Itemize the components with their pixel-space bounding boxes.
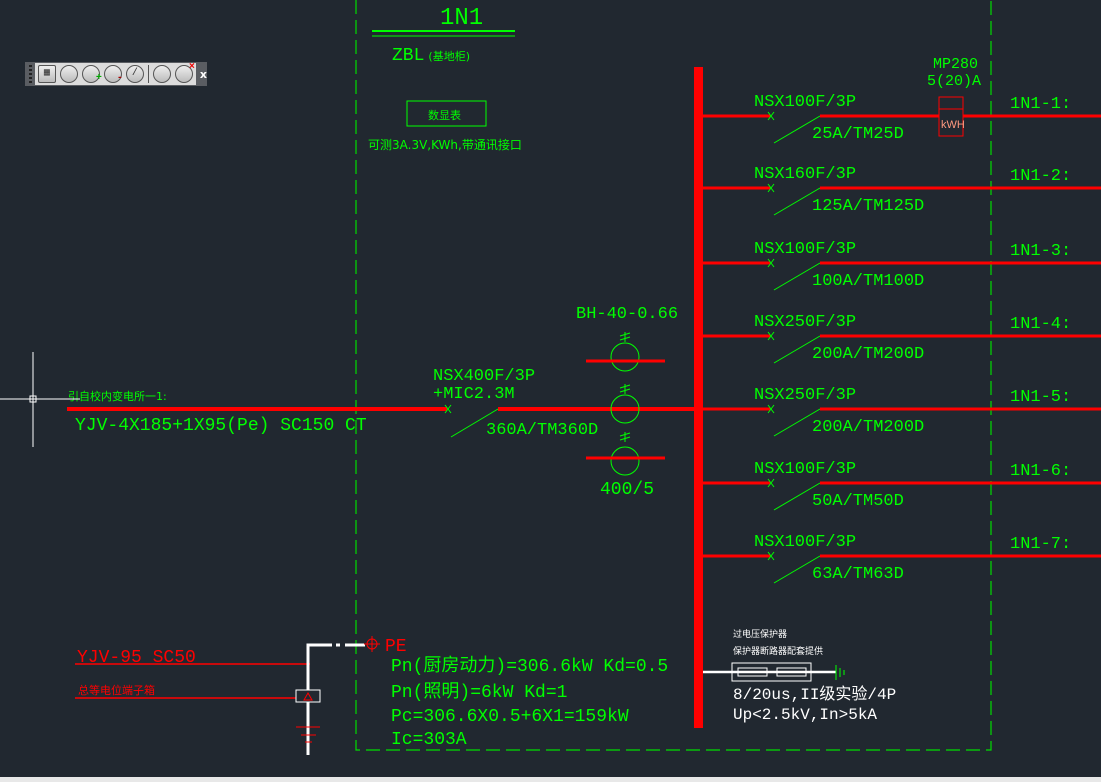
digital-meter-desc: 可测3A.3V,KWh,带通讯接口 xyxy=(368,137,522,152)
ct-model: BH-40-0.66 xyxy=(576,305,678,324)
feeder-rating: 100A/TM100D xyxy=(812,272,924,291)
cad-drawing-canvas[interactable]: 1N1 ZBL (基地柜) 数显表 可测3A.3V,KWh,带通讯接口 引自校内变… xyxy=(0,0,1101,782)
feeder-rating: 63A/TM63D xyxy=(812,565,904,584)
feeder-breaker: NSX100F/3P xyxy=(754,460,856,479)
spd-earth-icon xyxy=(835,665,845,680)
panel-type: ZBL (基地柜) xyxy=(392,46,470,66)
feeder-breaker: NSX100F/3P xyxy=(754,533,856,552)
feeder-circuit: 1N1-4: xyxy=(1010,315,1071,334)
energy-meter-unit: kWH xyxy=(941,119,965,131)
feeder-circuit: 1N1-5: xyxy=(1010,388,1071,407)
load-calc-line-4: Ic=303A xyxy=(391,730,467,750)
spd-title: 过电压保护器 xyxy=(733,628,787,640)
feeder-circuit: 1N1-1: xyxy=(1010,95,1071,114)
camera-icon[interactable] xyxy=(152,65,171,83)
ground-box-label: 总等电位端子箱 xyxy=(78,683,155,697)
spd-spec-1: 8/20us,II级实验/4P xyxy=(733,685,896,704)
view-cube-icon[interactable]: ▦ xyxy=(37,65,56,83)
feeder-rating: 25A/TM25D xyxy=(812,125,904,144)
incoming-breaker: NSX400F/3P xyxy=(433,367,535,386)
load-calc-line-3: Pc=306.6X0.5+6X1=159kW xyxy=(391,707,629,727)
toolbar-grip[interactable] xyxy=(29,65,32,83)
spd-note: 保护器断路器配套提供 xyxy=(733,645,823,657)
feeder-rating: 125A/TM125D xyxy=(812,197,924,216)
feeder-breaker: NSX250F/3P xyxy=(754,386,856,405)
incoming-cable: YJV-4X185+1X95(Pe) SC150 CT xyxy=(75,416,367,436)
crosshair-cursor xyxy=(0,352,80,447)
feeder-breaker: NSX250F/3P xyxy=(754,313,856,332)
status-bar xyxy=(0,777,1101,782)
feeder-rating: 50A/TM50D xyxy=(812,492,904,511)
orbit-remove-icon[interactable]: - xyxy=(103,65,123,84)
feeder-breaker: NSX100F/3P xyxy=(754,240,856,259)
orbit-icon[interactable] xyxy=(59,65,78,83)
energy-meter-model: MP280 xyxy=(933,56,978,73)
toolbar-close-button[interactable]: x xyxy=(200,68,207,81)
feeder-circuit: 1N1-7: xyxy=(1010,535,1071,554)
feeder-rating: 200A/TM200D xyxy=(812,345,924,364)
panel-title: 1N1 xyxy=(440,5,483,32)
energy-meter-current: 5(20)A xyxy=(927,73,981,90)
spd-spec-2: Up<2.5kV,In>5kA xyxy=(733,706,877,724)
feeder-breaker: NSX100F/3P xyxy=(754,93,856,112)
feeder-circuit: 1N1-3: xyxy=(1010,242,1071,261)
ct-ratio: 400/5 xyxy=(600,480,654,500)
incoming-source: 引自校内变电所一1: xyxy=(68,389,167,403)
orbit-add-icon[interactable]: + xyxy=(81,65,102,84)
feeder-group: NSX100F/3P 25A/TM25D 1N1-1: NSX160F/3P 125A/… xyxy=(703,93,1101,584)
orbit-toolbar[interactable]: ▦ + - / × x xyxy=(25,62,207,86)
load-calc-line-2: Pn(照明)=6kW Kd=1 xyxy=(391,682,567,703)
pe-label: PE xyxy=(385,637,407,657)
main-busbar xyxy=(694,67,703,728)
feeder-circuit: 1N1-6: xyxy=(1010,462,1071,481)
incoming-rating: 360A/TM360D xyxy=(486,421,598,440)
incoming-trip-unit: +MIC2.3M xyxy=(433,385,515,404)
current-transformers xyxy=(610,332,640,476)
toolbar-separator xyxy=(147,65,149,83)
pe-crosshair xyxy=(364,636,380,652)
camera-delete-icon[interactable]: × xyxy=(174,62,195,83)
feeder-circuit: 1N1-2: xyxy=(1010,167,1071,186)
ground-cable: YJV-95 SC50 xyxy=(77,648,196,668)
orbit-free-icon[interactable]: / xyxy=(125,65,144,83)
feeder-rating: 200A/TM200D xyxy=(812,418,924,437)
digital-meter-label: 数显表 xyxy=(428,108,461,122)
feeder-breaker: NSX160F/3P xyxy=(754,165,856,184)
load-calc-line-1: Pn(厨房动力)=306.6kW Kd=0.5 xyxy=(391,655,668,677)
